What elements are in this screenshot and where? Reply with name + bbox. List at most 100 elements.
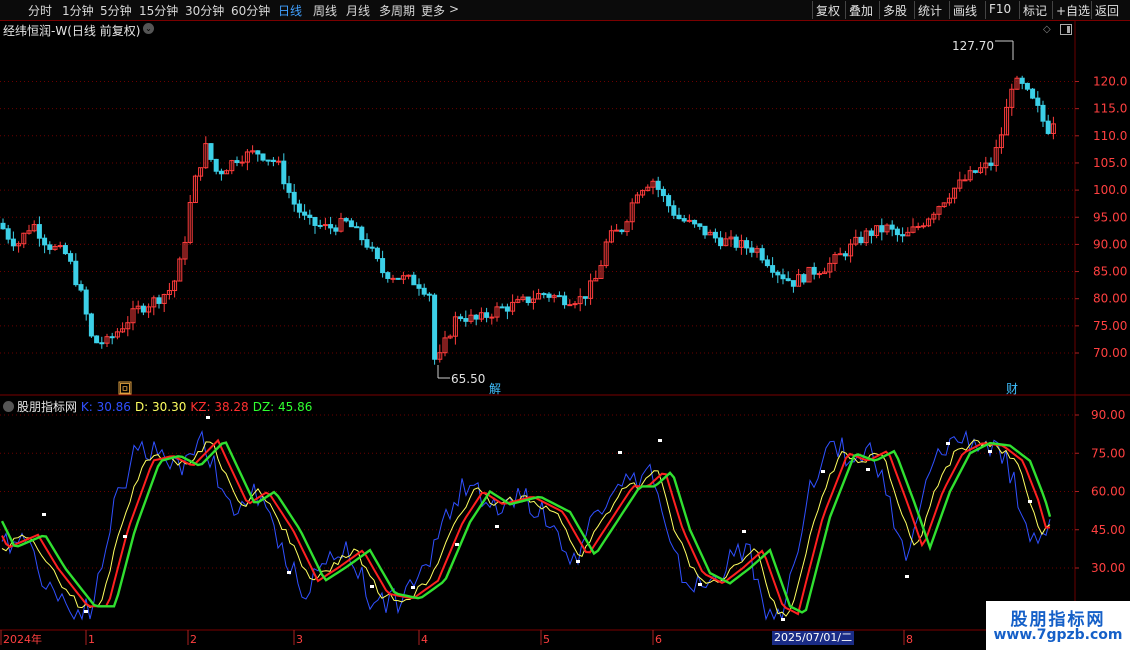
candle-down xyxy=(660,188,666,197)
indicator-name: 股朋指标网 xyxy=(17,400,78,414)
signal-dot xyxy=(781,618,785,621)
candle-down xyxy=(317,224,323,227)
candle-down xyxy=(302,211,308,216)
indicator-tick-label: 75.00 xyxy=(1091,446,1125,460)
event-marker-1: 解 xyxy=(489,382,501,396)
candle-down xyxy=(78,284,84,291)
candle-down xyxy=(36,224,42,239)
candle-down xyxy=(369,246,375,249)
candle-down xyxy=(785,278,791,282)
price-tick-label: 80.00 xyxy=(1093,292,1127,306)
candle-up xyxy=(962,179,968,182)
candle-down xyxy=(473,314,479,320)
candle-down xyxy=(463,318,469,322)
candle-down xyxy=(718,237,724,247)
indicator-value-2: KZ: 38.28 xyxy=(190,400,249,414)
indicator-tick-label: 30.00 xyxy=(1091,561,1125,575)
candle-up xyxy=(686,219,692,222)
candle-down xyxy=(1024,82,1030,90)
candle-down xyxy=(889,224,895,230)
candle-up xyxy=(57,245,63,248)
candle-up xyxy=(837,253,843,256)
candle-down xyxy=(562,295,568,306)
price-tick-label: 75.00 xyxy=(1093,319,1127,333)
candle-down xyxy=(364,239,370,248)
signal-dot xyxy=(988,450,992,453)
candle-down xyxy=(1045,120,1051,134)
candle-down xyxy=(416,284,422,289)
price-tick-label: 110.0 xyxy=(1093,129,1127,143)
candle-up xyxy=(614,229,620,232)
time-label: 6 xyxy=(655,633,662,646)
candle-down xyxy=(770,265,776,273)
candle-down xyxy=(333,227,339,232)
indicator-tick-label: 45.00 xyxy=(1091,523,1125,537)
candle-up xyxy=(239,161,245,164)
chart-canvas[interactable]: 120.0 115.0 110.0 105.0 100.0 95.00 90.00 85.00… xyxy=(0,0,1130,650)
price-tick-label: 70.00 xyxy=(1093,346,1127,360)
signal-dot xyxy=(495,525,499,528)
candle-down xyxy=(842,253,848,257)
candle-down xyxy=(988,162,994,166)
indicator-tick-label: 90.00 xyxy=(1091,408,1125,422)
candle-down xyxy=(712,231,718,239)
candle-down xyxy=(790,280,796,287)
signal-dot xyxy=(455,543,459,546)
candle-down xyxy=(281,160,287,185)
candle-down xyxy=(868,230,874,236)
candle-down xyxy=(109,336,115,339)
candle-down xyxy=(733,236,739,248)
candle-down xyxy=(328,224,334,229)
candle-down xyxy=(380,258,386,274)
candle-down xyxy=(1040,104,1046,122)
collapse-indicator-icon[interactable] xyxy=(3,401,14,412)
candle-down xyxy=(10,238,16,247)
candle-down xyxy=(83,289,89,315)
price-tick-label: 100.0 xyxy=(1093,183,1127,197)
candle-down xyxy=(697,223,703,227)
indicator-value-0: K: 30.86 xyxy=(80,400,131,414)
candle-down xyxy=(374,247,380,260)
candle-down xyxy=(546,293,552,298)
candle-down xyxy=(681,218,687,222)
candle-down xyxy=(858,236,864,244)
signal-dot xyxy=(821,470,825,473)
candle-down xyxy=(744,240,750,249)
candle-down xyxy=(811,266,817,275)
candle-down xyxy=(582,296,588,299)
signal-dot xyxy=(42,513,46,516)
candle-down xyxy=(1030,88,1036,99)
candle-up xyxy=(489,316,495,319)
indicator-value-3: DZ: 45.86 xyxy=(252,400,313,414)
indicator-value-1: D: 30.30 xyxy=(134,400,187,414)
candle-down xyxy=(894,228,900,236)
time-label: 3 xyxy=(296,633,303,646)
signal-dot xyxy=(287,571,291,574)
candle-down xyxy=(541,293,547,296)
candle-down xyxy=(619,229,625,233)
candle-down xyxy=(94,335,100,344)
candle-up xyxy=(567,304,573,307)
candle-down xyxy=(234,160,240,164)
candle-down xyxy=(702,225,708,236)
candle-down xyxy=(312,216,318,226)
candle-down xyxy=(99,342,105,345)
price-tick-label: 95.00 xyxy=(1093,210,1127,224)
signal-dot xyxy=(905,575,909,578)
signal-dot xyxy=(698,583,702,586)
candle-down xyxy=(5,228,11,240)
signal-dot xyxy=(123,535,127,538)
candle-down xyxy=(525,296,531,303)
signal-dot xyxy=(618,451,622,454)
signal-dot xyxy=(370,585,374,588)
candle-down xyxy=(359,226,365,241)
candle-up xyxy=(915,225,921,228)
cursor-date-tag: 2025/07/01/二 xyxy=(772,631,855,645)
candle-down xyxy=(265,159,271,162)
candle-down xyxy=(499,306,505,309)
signal-dot xyxy=(866,468,870,471)
candle-up xyxy=(816,273,822,276)
dz-line xyxy=(0,441,1052,614)
indicator-tick-label: 60.00 xyxy=(1091,485,1125,499)
candle-down xyxy=(296,203,302,213)
